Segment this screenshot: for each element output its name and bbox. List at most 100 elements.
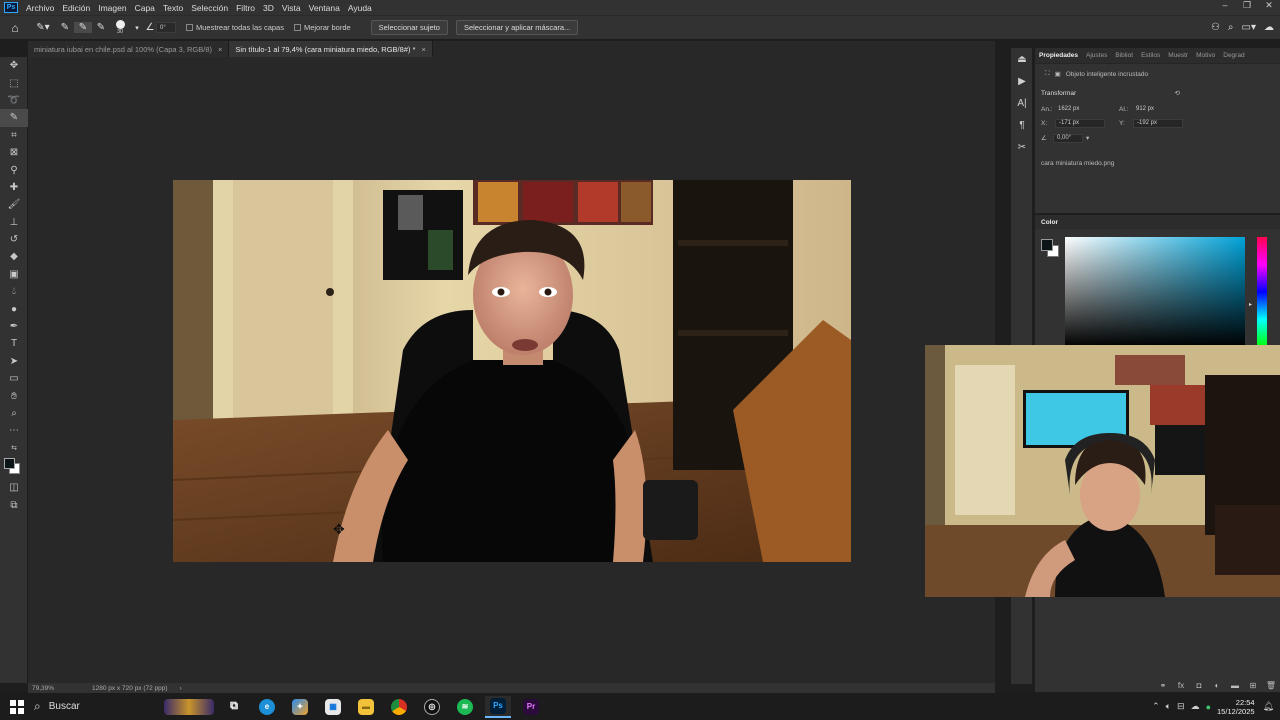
tab-muestras[interactable]: Muestr: [1164, 52, 1192, 59]
actions-panel-icon[interactable]: ▶: [1011, 70, 1033, 92]
tab-estilos[interactable]: Estilos: [1137, 52, 1164, 59]
tab-propiedades[interactable]: Propiedades: [1035, 52, 1082, 59]
screen-mode-icon[interactable]: ⧉: [0, 496, 28, 513]
brush-size-picker[interactable]: 30: [110, 20, 130, 35]
tab-bibliotecas[interactable]: Bibliot: [1111, 52, 1137, 59]
path-selection-icon[interactable]: ➤: [0, 353, 28, 370]
task-view-icon[interactable]: ⧉: [221, 696, 247, 718]
photoshop-taskbar-icon[interactable]: Ps: [485, 695, 511, 718]
tools-panel-icon[interactable]: ✂: [1011, 136, 1033, 158]
foreground-color-swatch[interactable]: [1041, 239, 1053, 251]
enhance-edge-checkbox[interactable]: Mejorar borde: [293, 23, 351, 32]
menu-edicion[interactable]: Edición: [58, 3, 94, 13]
angle-field[interactable]: 0,00°: [1053, 133, 1083, 143]
adjustment-layer-icon[interactable]: ◐: [1208, 681, 1226, 690]
search-highlight-image[interactable]: [164, 696, 214, 718]
gradient-tool-icon[interactable]: ▣: [0, 266, 28, 283]
hue-slider-handle-icon[interactable]: ▸: [1249, 301, 1252, 308]
menu-texto[interactable]: Texto: [159, 3, 187, 13]
frame-tool-icon[interactable]: ⊠: [0, 144, 28, 161]
new-selection-icon[interactable]: ✎: [56, 22, 74, 33]
photoshop-app-icon[interactable]: Ps: [4, 2, 18, 13]
tray-chevron-icon[interactable]: ⌃: [1152, 701, 1160, 712]
menu-vista[interactable]: Vista: [278, 3, 305, 13]
status-arrow-icon[interactable]: ›: [180, 685, 182, 692]
notifications-icon[interactable]: 🔔︎: [1263, 701, 1274, 712]
history-brush-icon[interactable]: ↺: [0, 231, 28, 248]
color-swatch-pair[interactable]: [1041, 239, 1061, 259]
volume-icon[interactable]: 🔈︎: [1166, 701, 1171, 712]
menu-imagen[interactable]: Imagen: [94, 3, 130, 13]
menu-ventana[interactable]: Ventana: [305, 3, 344, 13]
taskbar-search[interactable]: ⌕ Buscar: [34, 696, 164, 718]
new-group-icon[interactable]: ▬: [1226, 681, 1244, 690]
pen-tool-icon[interactable]: ✒: [0, 318, 28, 335]
close-tab-icon[interactable]: ×: [422, 45, 426, 54]
tab-sin-titulo-1[interactable]: Sin título-1 al 79,4% (cara miniatura mi…: [229, 41, 433, 57]
subtract-selection-icon[interactable]: ✎: [92, 22, 110, 33]
select-subject-button[interactable]: Seleccionar sujeto: [370, 20, 448, 35]
menu-archivo[interactable]: Archivo: [22, 3, 58, 13]
angle-dropdown-icon[interactable]: ▾: [1086, 134, 1089, 142]
more-tools-icon[interactable]: ⋯: [0, 422, 28, 439]
file-explorer-icon[interactable]: ▬: [353, 696, 379, 718]
edge-icon[interactable]: e: [254, 696, 280, 718]
color-swatches[interactable]: [0, 457, 28, 479]
marquee-tool-icon[interactable]: ⬚: [0, 74, 28, 91]
add-to-selection-icon[interactable]: ✎: [74, 22, 92, 33]
copilot-icon[interactable]: ✦: [287, 696, 313, 718]
type-tool-icon[interactable]: T: [0, 335, 28, 352]
quick-mask-icon[interactable]: ◫: [0, 479, 28, 496]
dodge-tool-icon[interactable]: ●: [0, 300, 28, 317]
paragraph-panel-icon[interactable]: ¶: [1011, 114, 1033, 136]
swap-colors-icon[interactable]: ⇆: [0, 440, 28, 457]
rectangle-tool-icon[interactable]: ▭: [0, 370, 28, 387]
network-icon[interactable]: ⊟: [1177, 701, 1185, 712]
menu-filtro[interactable]: Filtro: [232, 3, 259, 13]
spotify-icon[interactable]: ≋: [452, 696, 478, 718]
tab-ajustes[interactable]: Ajustes: [1082, 52, 1111, 59]
height-field[interactable]: 912 px: [1133, 105, 1183, 114]
link-layers-icon[interactable]: ⚭: [1154, 681, 1172, 690]
cloud-icon[interactable]: ☁: [1264, 22, 1274, 33]
home-icon[interactable]: ⌂: [0, 21, 30, 35]
reset-transform-icon[interactable]: ⟲: [1175, 89, 1180, 97]
select-and-mask-button[interactable]: Seleccionar y aplicar máscara...: [455, 20, 579, 35]
clock[interactable]: 22:54 15/12/2025: [1217, 698, 1255, 716]
width-field[interactable]: 1622 px: [1055, 105, 1105, 114]
tab-miniatura-iubai[interactable]: miniatura iubai en chile.psd al 100% (Ca…: [28, 41, 230, 57]
angle-field[interactable]: 0°: [156, 22, 176, 33]
eraser-tool-icon[interactable]: ◆: [0, 248, 28, 265]
quick-selection-tool-icon[interactable]: ✎: [0, 109, 28, 127]
github-desktop-icon[interactable]: ◎: [419, 696, 445, 718]
restore-icon[interactable]: ❐: [1236, 0, 1258, 11]
menu-3d[interactable]: 3D: [259, 3, 278, 13]
new-layer-icon[interactable]: ⊞: [1244, 681, 1262, 690]
chrome-icon[interactable]: [386, 696, 412, 718]
healing-brush-icon[interactable]: ✚: [0, 179, 28, 196]
premiere-taskbar-icon[interactable]: Pr: [518, 696, 544, 718]
sample-all-layers-checkbox[interactable]: Muestrear todas las capas: [186, 23, 284, 32]
quick-selection-tool-icon[interactable]: ✎▾: [30, 22, 56, 33]
store-icon[interactable]: ▦: [320, 696, 346, 718]
crop-tool-icon[interactable]: ⌗: [0, 127, 28, 144]
onedrive-icon[interactable]: ☁: [1191, 701, 1200, 712]
layer-style-icon[interactable]: fx: [1172, 681, 1190, 690]
brush-tool-icon[interactable]: 🖌︎: [0, 196, 28, 213]
color-picker-field[interactable]: [1065, 237, 1245, 347]
clone-stamp-icon[interactable]: ⊥: [0, 214, 28, 231]
delete-layer-icon[interactable]: 🗑︎: [1262, 681, 1280, 690]
zoom-level[interactable]: 79,39%: [28, 685, 88, 692]
lasso-tool-icon[interactable]: ➰: [0, 92, 28, 109]
menu-capa[interactable]: Capa: [131, 3, 159, 13]
close-icon[interactable]: ✕: [1258, 0, 1280, 11]
close-tab-icon[interactable]: ×: [218, 45, 222, 54]
brush-dropdown-icon[interactable]: ▾: [130, 24, 144, 32]
search-icon[interactable]: ⌕: [1228, 22, 1234, 33]
zoom-tool-icon[interactable]: ⌕: [0, 405, 28, 422]
character-panel-icon[interactable]: A|: [1011, 92, 1033, 114]
hue-slider[interactable]: [1257, 237, 1267, 347]
tab-degradado[interactable]: Degrad: [1219, 52, 1248, 59]
eyedropper-tool-icon[interactable]: ⚲: [0, 161, 28, 178]
workspace-icon[interactable]: ▭▾: [1242, 22, 1256, 33]
